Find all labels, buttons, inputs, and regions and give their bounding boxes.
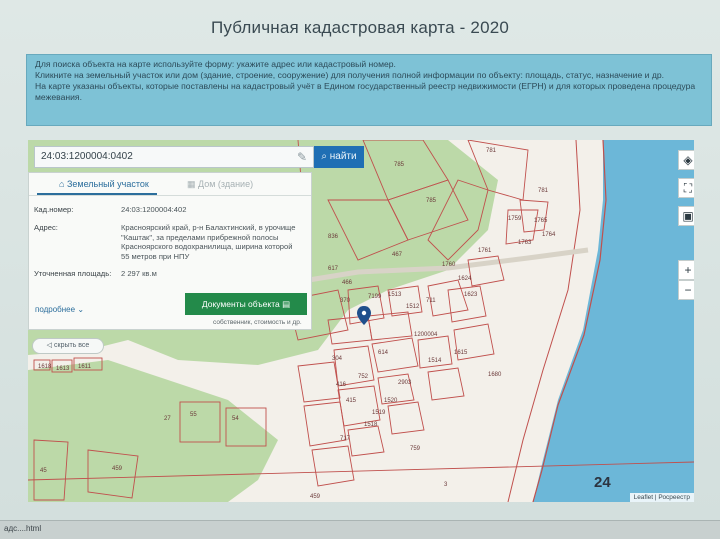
map-label: 1624	[458, 276, 472, 282]
map-label: 1765	[534, 218, 548, 224]
map-label: 459	[310, 494, 321, 500]
hide-all-label: скрыть все	[54, 342, 90, 349]
map-label: 304	[332, 356, 343, 362]
layers-icon: ◈	[683, 153, 693, 167]
map-label: 1761	[478, 248, 492, 254]
eye-icon: ◁	[46, 342, 54, 349]
map-label: 1763	[518, 240, 532, 246]
chevron-down-icon: ⌄	[77, 305, 85, 314]
search-button-label: найти	[329, 151, 357, 162]
search-input[interactable]: 24:03:1200004:0402 ✎	[34, 146, 314, 168]
docs-subtext: собственник, стоимость и др.	[213, 319, 302, 326]
info-line: Кликните на земельный участок или дом (з…	[35, 70, 664, 80]
docs-label: Документы объекта	[201, 299, 280, 309]
map-label: 711	[426, 298, 436, 304]
map-label: 7199	[368, 294, 382, 300]
search-button[interactable]: ⌕ найти	[314, 146, 364, 168]
browser-screen: Публичная кадастровая карта - 2020 Для п…	[0, 0, 720, 520]
map-label: 1613	[56, 366, 70, 372]
map-label: 1615	[454, 350, 468, 356]
map-label: 1514	[428, 358, 442, 364]
info-panel: Для поиска объекта на карте используйте …	[26, 54, 712, 126]
tab-label: Земельный участок	[66, 179, 149, 189]
address-value: Красноярский край, р-н Балахтинский, в у…	[121, 223, 296, 261]
map-label: 416	[336, 382, 347, 388]
info-line: Для поиска объекта на карте используйте …	[35, 59, 396, 69]
hide-all-button[interactable]: ◁ скрыть все	[32, 338, 104, 354]
page-title: Публичная кадастровая карта - 2020	[210, 18, 510, 37]
map-label: 1611	[78, 364, 92, 370]
map-label: 785	[426, 198, 437, 204]
search-value: 24:03:1200004:0402	[41, 151, 133, 162]
map-label: 1618	[38, 364, 52, 370]
map-label: 1200004	[414, 332, 438, 338]
map-label: 1513	[388, 292, 402, 298]
map-label: 459	[112, 466, 123, 472]
square-select-button[interactable]: ▣	[678, 206, 694, 226]
map-label: 614	[378, 350, 389, 356]
map-label: 781	[538, 188, 549, 194]
map-label: 467	[392, 252, 403, 258]
map-label: 781	[486, 148, 497, 154]
area-label: Уточненная площадь:	[34, 269, 112, 278]
map-label: 752	[358, 374, 369, 380]
parcel-info-card: ⌂ Земельный участок ▦ Дом (здание) Кад.н…	[28, 172, 312, 330]
map-label: 27	[164, 416, 171, 422]
map-region-number: 24	[594, 474, 611, 491]
cadastral-number-label: Кад.номер:	[34, 205, 74, 214]
tab-land-parcel[interactable]: ⌂ Земельный участок	[59, 179, 149, 189]
zoom-in-button[interactable]: +	[678, 260, 694, 280]
more-label: подробнее	[35, 305, 76, 314]
address-label: Адрес:	[34, 223, 58, 232]
cadastral-map[interactable]: 781 785 781 785 1759 1765 1763 1764 836 …	[28, 140, 694, 502]
map-label: 717	[340, 436, 351, 442]
clear-icon[interactable]: ✎	[297, 147, 307, 167]
map-label: 617	[328, 266, 339, 272]
map-label: 54	[232, 416, 239, 422]
download-file[interactable]: адс....html	[4, 524, 41, 533]
map-label: 1520	[384, 398, 398, 404]
map-label: 1512	[406, 304, 420, 310]
map-label: 45	[40, 468, 47, 474]
map-label: 466	[342, 280, 353, 286]
map-label: 415	[346, 398, 357, 404]
tab-house[interactable]: ▦ Дом (здание)	[187, 179, 253, 190]
more-details-link[interactable]: подробнее ⌄	[35, 305, 84, 314]
map-label: 759	[410, 446, 421, 452]
document-icon: ▤	[282, 299, 291, 309]
map-label: 1759	[508, 216, 522, 222]
map-label: 1518	[364, 422, 378, 428]
object-documents-button[interactable]: Документы объекта ▤	[185, 293, 307, 315]
building-icon: ⌂	[59, 179, 67, 189]
map-label: 836	[328, 234, 339, 240]
taskbar: адс....html	[0, 520, 720, 539]
map-label: 1764	[542, 232, 556, 238]
fullscreen-button[interactable]: ⛶	[678, 178, 694, 198]
map-label: 370	[340, 298, 351, 304]
tab-label: Дом (здание)	[198, 179, 254, 189]
house-icon: ▦	[187, 179, 199, 189]
cadastral-number-value: 24:03:1200004:402	[121, 205, 187, 214]
map-label: 1760	[442, 262, 456, 268]
active-tab-underline	[37, 193, 157, 195]
map-label: 2903	[398, 380, 412, 386]
card-tabs: ⌂ Земельный участок ▦ Дом (здание)	[29, 173, 311, 196]
minus-icon: −	[684, 283, 692, 297]
map-label: 785	[394, 162, 405, 168]
square-icon: ▣	[682, 209, 694, 223]
layers-button[interactable]: ◈	[678, 150, 694, 170]
map-label: 1623	[464, 292, 478, 298]
fullscreen-icon: ⛶	[683, 181, 693, 195]
map-label: 1519	[372, 410, 386, 416]
zoom-out-button[interactable]: −	[678, 280, 694, 300]
area-value: 2 297 кв.м	[121, 269, 157, 278]
map-label: 55	[190, 412, 197, 418]
plus-icon: +	[684, 263, 692, 277]
map-label: 1680	[488, 372, 502, 378]
search-icon: ⌕	[321, 151, 327, 162]
map-attribution[interactable]: Leaflet | Росреестр	[629, 493, 694, 502]
info-line: На карте указаны объекты, которые постав…	[35, 81, 696, 102]
